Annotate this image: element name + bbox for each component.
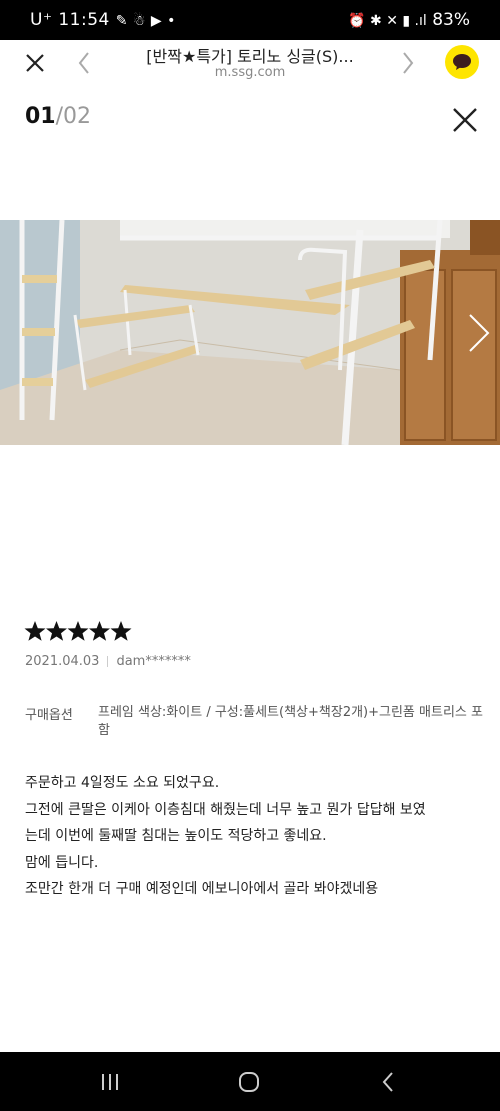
five-stars-icon xyxy=(24,621,132,641)
status-right: ⏰ ✱ ✕ ▮ .ıl 83% xyxy=(348,10,470,30)
clock: 11:54 xyxy=(58,10,110,30)
review-photo xyxy=(0,220,500,445)
notification-icons: ✎ ☃ ▶ • xyxy=(115,13,176,29)
back-icon[interactable] xyxy=(380,1071,396,1093)
status-bar: U⁺ 11:54 ✎ ☃ ▶ • ⏰ ✱ ✕ ▮ .ıl 83% xyxy=(0,0,500,40)
page-url: m.ssg.com xyxy=(214,65,286,80)
review-line: 맘에 듭니다. xyxy=(25,854,99,871)
status-left: U⁺ 11:54 ✎ ☃ ▶ • xyxy=(30,10,176,30)
review-line: 그전에 큰딸은 이케아 이층침대 해줬는데 너무 높고 뭔가 답답해 보였 xyxy=(25,801,426,818)
review-line: 조만간 한개 더 구매 예정인데 에보니아에서 골라 봐야겠네용 xyxy=(25,881,379,897)
review-date: 2021.04.03 xyxy=(25,654,100,669)
carrier-label: U⁺ xyxy=(30,10,53,30)
recent-apps-icon[interactable] xyxy=(100,1072,120,1092)
image-counter: 01/02 xyxy=(25,104,91,129)
close-viewer-icon[interactable] xyxy=(451,106,479,134)
review-meta: 2021.04.03 dam******* xyxy=(25,654,191,669)
review-line: 는데 이번에 둘째딸 침대는 높이도 적당하고 좋네요. xyxy=(25,828,327,844)
forward-arrow-icon[interactable] xyxy=(400,50,416,76)
total-count: /02 xyxy=(55,104,92,129)
star-rating xyxy=(24,620,134,648)
system-nav-bar xyxy=(0,1052,500,1111)
loft-bed-photo xyxy=(0,220,500,445)
browser-header: [반짝★특가] 토리노 싱글(S)... m.ssg.com xyxy=(0,40,500,90)
page-title: [반짝★특가] 토리노 싱글(S)... xyxy=(146,47,354,66)
back-arrow-icon[interactable] xyxy=(76,50,92,76)
meta-divider xyxy=(107,656,109,667)
option-value: 프레임 색상:화이트 / 구성:풀세트(책상+책장2개)+그린폼 매트리스 포함 xyxy=(98,705,483,738)
option-label: 구매옵션 xyxy=(25,708,73,723)
review-author: dam******* xyxy=(116,654,191,669)
system-icons: ⏰ ✱ ✕ ▮ .ıl xyxy=(348,13,427,29)
home-icon[interactable] xyxy=(238,1071,260,1093)
review-body: 주문하고 4일정도 소요 되었구요. 그전에 큰딸은 이케아 이층침대 해줬는데… xyxy=(25,770,485,903)
current-index: 01 xyxy=(25,104,56,129)
close-icon[interactable] xyxy=(24,52,46,74)
review-line: 주문하고 4일정도 소요 되었구요. xyxy=(25,775,220,791)
kakaotalk-icon[interactable] xyxy=(444,44,480,80)
battery-level: 83% xyxy=(432,10,470,30)
